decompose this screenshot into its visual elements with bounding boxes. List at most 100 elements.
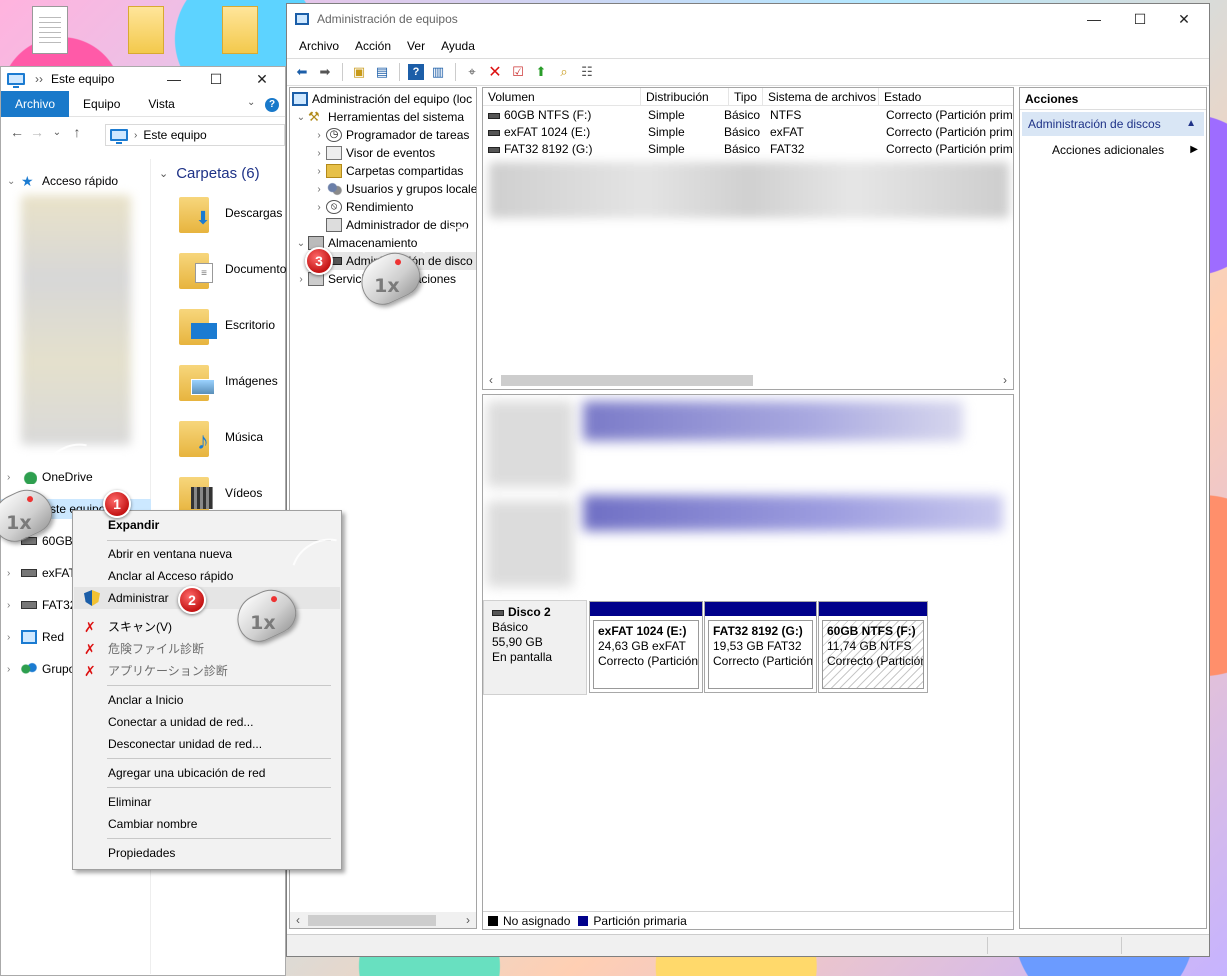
delete-x-icon[interactable]: ✕ <box>484 62 506 82</box>
folder-descargas[interactable]: ⬇ Descargas <box>179 189 286 237</box>
column-distribucion[interactable]: Distribución <box>641 88 729 106</box>
folder-imagenes[interactable]: Imágenes <box>179 357 286 405</box>
table-row[interactable]: FAT32 8192 (G:) Simple Básico FAT32 Corr… <box>483 141 1013 158</box>
table-row[interactable]: exFAT 1024 (E:) Simple Básico exFAT Corr… <box>483 124 1013 141</box>
collapse-chevron-icon[interactable]: › <box>294 274 308 285</box>
more-actions-item[interactable]: Acciones adicionales ▶ <box>1020 138 1206 162</box>
maximize-button[interactable]: ☐ <box>193 67 239 91</box>
up-arrow-icon[interactable]: ↑ <box>67 124 87 140</box>
tree-horizontal-scrollbar[interactable]: ‹ › <box>290 912 476 928</box>
column-tipo[interactable]: Tipo <box>729 88 763 106</box>
collapse-chevron-icon[interactable]: › <box>7 568 21 579</box>
connect-icon[interactable]: ⌖ <box>461 62 483 82</box>
expand-chevron-icon[interactable]: ⌄ <box>294 112 308 123</box>
scroll-left-arrow-icon[interactable]: ‹ <box>483 372 499 388</box>
collapse-chevron-icon[interactable]: › <box>7 664 21 675</box>
tree-shared-folders[interactable]: › Carpetas compartidas <box>312 162 463 180</box>
partition-exfat[interactable]: exFAT 1024 (E:) 24,63 GB exFAT Correcto … <box>589 601 703 693</box>
show-hide-action-pane-icon[interactable]: ▥ <box>427 62 449 82</box>
scroll-thumb[interactable] <box>501 375 753 386</box>
desktop-folder-icon-2[interactable] <box>222 6 258 54</box>
tree-task-scheduler[interactable]: › ◷ Programador de tareas <box>312 126 469 144</box>
table-row[interactable]: 60GB NTFS (F:) Simple Básico NTFS Correc… <box>483 107 1013 124</box>
back-arrow-icon[interactable]: ← <box>7 124 27 140</box>
recent-locations-chevron-icon[interactable]: ⌄ <box>47 127 67 138</box>
collapse-chevron-icon[interactable]: › <box>312 184 326 195</box>
scroll-thumb[interactable] <box>308 915 436 926</box>
collapse-chevron-icon[interactable]: › <box>312 148 326 159</box>
breadcrumb-chevron-icon[interactable]: › <box>134 130 137 141</box>
tree-event-viewer[interactable]: › Visor de eventos <box>312 144 435 162</box>
scroll-left-arrow-icon[interactable]: ‹ <box>290 912 306 928</box>
collapse-chevron-icon[interactable]: › <box>312 202 326 213</box>
collapse-chevron-icon[interactable]: › <box>7 472 21 483</box>
nav-drive-fat32[interactable]: › FAT32 <box>7 595 76 615</box>
menu-ayuda[interactable]: Ayuda <box>433 39 483 53</box>
tab-archivo[interactable]: Archivo <box>1 90 70 117</box>
actions-section-disk-management[interactable]: Administración de discos ▲ <box>1022 112 1204 136</box>
collapse-chevron-icon[interactable]: › <box>312 166 326 177</box>
menu-item-properties[interactable]: Propiedades <box>74 842 340 864</box>
scroll-right-arrow-icon[interactable]: › <box>997 372 1013 388</box>
column-volumen[interactable]: Volumen <box>483 88 641 106</box>
tab-vista[interactable]: Vista <box>134 91 188 117</box>
menu-item-map-network-drive[interactable]: Conectar a unidad de red... <box>74 711 340 733</box>
desktop-folder-icon[interactable] <box>128 6 164 54</box>
column-sistema-archivos[interactable]: Sistema de archivos <box>763 88 879 106</box>
desktop-document-icon[interactable] <box>32 6 68 54</box>
nav-network[interactable]: › Red <box>7 627 64 647</box>
search-icon[interactable]: ⌕ <box>553 62 575 82</box>
menu-item-pin-start[interactable]: Anclar a Inicio <box>74 689 340 711</box>
collapse-chevron-icon[interactable]: › <box>7 632 21 643</box>
mmc-maximize-button[interactable]: ☐ <box>1117 7 1163 31</box>
collapse-triangle-icon[interactable]: ▲ <box>1186 112 1196 136</box>
menu-ver[interactable]: Ver <box>399 39 433 53</box>
scroll-right-arrow-icon[interactable]: › <box>460 912 476 928</box>
tree-system-tools[interactable]: ⌄ ⚒ Herramientas del sistema <box>294 108 464 126</box>
menu-item-app-diagnosis[interactable]: ✗ アプリケーション診断 <box>74 660 340 682</box>
ribbon-expand-chevron-icon[interactable]: ⌄ <box>247 97 255 108</box>
close-button[interactable]: ✕ <box>239 67 285 91</box>
menu-accion[interactable]: Acción <box>347 39 399 53</box>
nav-homegroup[interactable]: › Grupo <box>7 659 75 679</box>
mmc-minimize-button[interactable]: — <box>1071 7 1117 31</box>
folder-escritorio[interactable]: Escritorio <box>179 301 286 349</box>
collapse-chevron-icon[interactable]: › <box>312 130 326 141</box>
tree-performance[interactable]: › ⦸ Rendimiento <box>312 198 413 216</box>
back-arrow-icon[interactable]: ⬅ <box>291 62 313 82</box>
help-book-icon[interactable]: ? <box>408 64 424 80</box>
menu-item-danger-file-check[interactable]: ✗ 危険ファイル診断 <box>74 638 340 660</box>
tree-root[interactable]: Administración del equipo (loc <box>292 90 472 108</box>
menu-archivo[interactable]: Archivo <box>291 39 347 53</box>
disk-2-label[interactable]: Disco 2 Básico 55,90 GB En pantalla <box>483 600 587 695</box>
group-chevron-icon[interactable]: ⌄ <box>159 167 168 180</box>
help-icon[interactable]: ? <box>265 98 279 112</box>
check-properties-icon[interactable]: ☑ <box>507 62 529 82</box>
menu-item-rename[interactable]: Cambiar nombre <box>74 813 340 835</box>
expand-chevron-icon[interactable]: ⌄ <box>294 238 308 249</box>
forward-arrow-icon[interactable]: ➡ <box>314 62 336 82</box>
up-folder-icon[interactable]: ▣ <box>348 62 370 82</box>
folders-group-header[interactable]: ⌄ Carpetas (6) <box>159 165 260 182</box>
expand-chevron-icon[interactable]: ⌄ <box>7 176 21 187</box>
menu-item-add-network-location[interactable]: Agregar una ubicación de red <box>74 762 340 784</box>
volume-list-horizontal-scrollbar[interactable]: ‹ › <box>483 372 1013 388</box>
partition-fat32[interactable]: FAT32 8192 (G:) 19,53 GB FAT32 Correcto … <box>704 601 817 693</box>
mmc-titlebar[interactable]: Administración de equipos — ☐ ✕ <box>287 4 1209 34</box>
menu-item-scan[interactable]: ✗ スキャン(V) <box>74 616 340 638</box>
minimize-button[interactable]: — <box>151 67 197 91</box>
folder-musica[interactable]: ♪ Música <box>179 413 286 461</box>
forward-arrow-icon[interactable]: → <box>27 124 47 140</box>
folder-documentos[interactable]: ≡ Documentos <box>179 245 286 293</box>
mmc-close-button[interactable]: ✕ <box>1161 7 1207 31</box>
menu-item-disconnect-network-drive[interactable]: Desconectar unidad de red... <box>74 733 340 755</box>
quick-access-toolbar-arrows[interactable]: ›› <box>35 72 43 86</box>
menu-item-delete[interactable]: Eliminar <box>74 791 340 813</box>
explorer-titlebar[interactable]: ›› Este equipo — ☐ ✕ <box>1 67 285 91</box>
settings-panel-icon[interactable]: ☷ <box>576 62 598 82</box>
collapse-chevron-icon[interactable]: › <box>7 600 21 611</box>
nav-drive-exfat[interactable]: › exFAT <box>7 563 76 583</box>
partition-ntfs-selected[interactable]: 60GB NTFS (F:) 11,74 GB NTFS Correcto (P… <box>818 601 928 693</box>
tab-equipo[interactable]: Equipo <box>69 91 134 117</box>
tree-users-groups[interactable]: › Usuarios y grupos locale <box>312 180 476 198</box>
